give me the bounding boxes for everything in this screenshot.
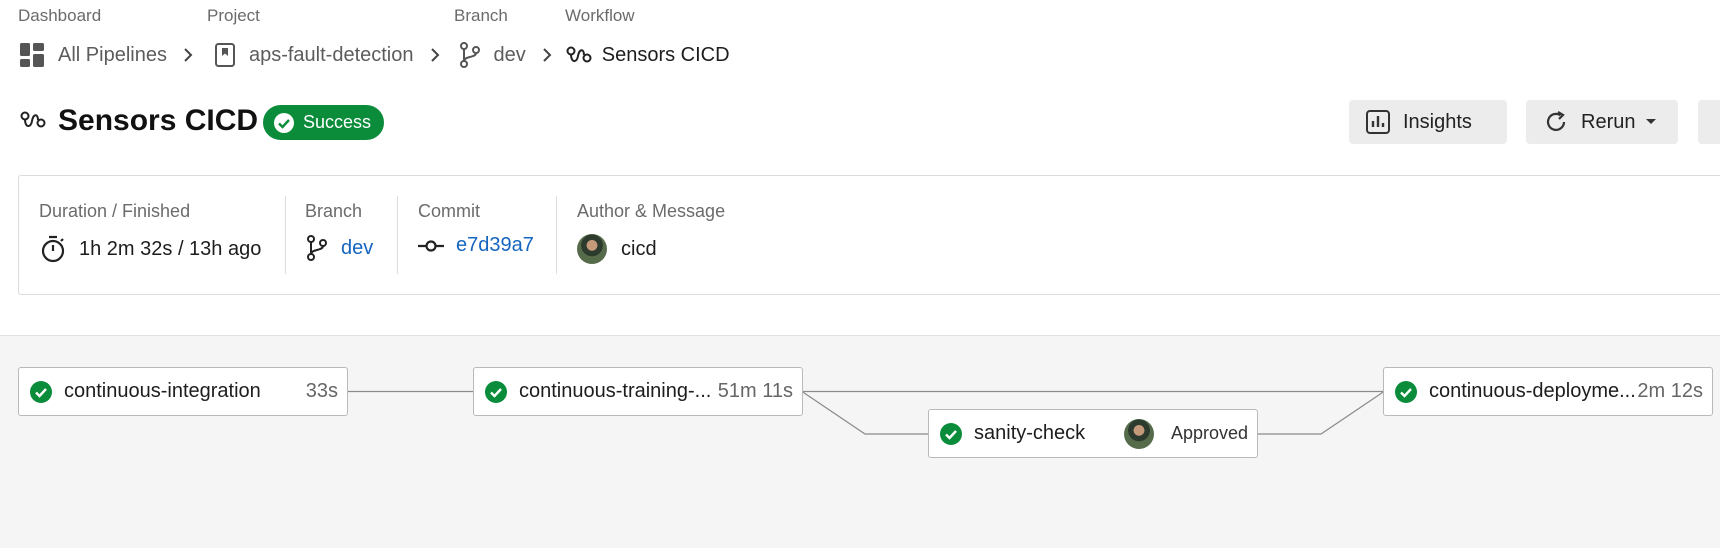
- duration-value-row: 1h 2m 32s / 13h ago: [39, 234, 261, 264]
- check-circle-icon: [30, 380, 52, 403]
- status-badge: Success: [263, 105, 384, 140]
- job-duration: 2m 12s: [1637, 380, 1703, 402]
- job-continuous-training[interactable]: continuous-training-... 51m 11s: [473, 367, 803, 416]
- breadcrumb-branch[interactable]: dev: [494, 44, 526, 67]
- pipeline-graph: continuous-integration 33s continuous-tr…: [0, 335, 1720, 548]
- author-value-row: cicd: [577, 234, 657, 264]
- job-name: continuous-deployme...: [1429, 380, 1636, 402]
- breadcrumb: All Pipelines aps-fault-detection dev Se…: [18, 40, 730, 70]
- check-circle-icon: [1395, 380, 1417, 403]
- check-circle-icon: [940, 422, 962, 445]
- page-title: Sensors CICD: [58, 104, 259, 137]
- branch-label: Branch: [305, 201, 363, 221]
- commit-link[interactable]: e7d39a7: [456, 234, 534, 257]
- breadcrumb-workflow-heading: Workflow: [565, 6, 635, 25]
- caret-down-icon: [1645, 118, 1657, 126]
- insights-label: Insights: [1403, 110, 1472, 133]
- commit-label: Commit: [418, 201, 480, 221]
- branch-value-row: dev: [305, 234, 373, 262]
- breadcrumb-branch-heading: Branch: [454, 6, 508, 25]
- job-sanity-check[interactable]: sanity-check Approved: [928, 409, 1258, 458]
- branch-icon: [458, 41, 482, 69]
- job-continuous-integration[interactable]: continuous-integration 33s: [18, 367, 348, 416]
- chevron-right-icon: [181, 45, 195, 65]
- branch-link[interactable]: dev: [341, 237, 373, 260]
- workflow-icon: [566, 43, 592, 67]
- more-actions-button[interactable]: [1698, 100, 1720, 144]
- author-label: Author & Message: [577, 201, 726, 221]
- refresh-icon: [1543, 109, 1569, 135]
- chevron-right-icon: [428, 45, 442, 65]
- duration-value: 1h 2m 32s / 13h ago: [79, 237, 262, 260]
- avatar: [577, 234, 607, 264]
- branch-icon: [305, 234, 329, 262]
- approver-avatar: [1124, 418, 1154, 449]
- project-bookmark-icon: [213, 42, 237, 68]
- status-label: Success: [303, 112, 372, 132]
- stopwatch-icon: [39, 234, 67, 264]
- commit-value-row: e7d39a7: [418, 234, 534, 257]
- pipeline-info-card: Duration / Finished 1h 2m 32s / 13h ago …: [18, 175, 1720, 295]
- divider: [556, 196, 557, 274]
- job-name: sanity-check: [974, 422, 1086, 444]
- bar-chart-icon: [1365, 109, 1391, 135]
- check-circle-icon: [274, 112, 294, 133]
- commit-icon: [418, 239, 444, 253]
- job-continuous-deployment[interactable]: continuous-deployme... 2m 12s: [1383, 367, 1713, 416]
- approval-status: Approved: [1170, 423, 1248, 443]
- breadcrumb-project-heading: Project: [207, 6, 260, 25]
- rerun-label: Rerun: [1581, 110, 1636, 133]
- duration-label: Duration / Finished: [39, 201, 191, 221]
- job-name: continuous-integration: [64, 380, 261, 402]
- divider: [285, 196, 286, 274]
- author-name: cicd: [621, 237, 657, 260]
- chevron-right-icon: [540, 45, 554, 65]
- job-name: continuous-training-...: [519, 380, 712, 402]
- divider: [397, 196, 398, 274]
- job-duration: 51m 11s: [717, 380, 793, 402]
- rerun-button[interactable]: Rerun: [1526, 100, 1678, 144]
- breadcrumb-dashboard-heading: Dashboard: [18, 6, 102, 25]
- breadcrumb-all-pipelines[interactable]: All Pipelines: [58, 44, 167, 67]
- breadcrumb-workflow: Sensors CICD: [601, 43, 730, 66]
- dashboard-grid-icon: [18, 41, 46, 69]
- breadcrumb-project[interactable]: aps-fault-detection: [249, 44, 414, 67]
- check-circle-icon: [485, 380, 507, 403]
- workflow-icon: [20, 108, 46, 137]
- job-duration: 33s: [305, 380, 338, 402]
- insights-button[interactable]: Insights: [1349, 100, 1507, 144]
